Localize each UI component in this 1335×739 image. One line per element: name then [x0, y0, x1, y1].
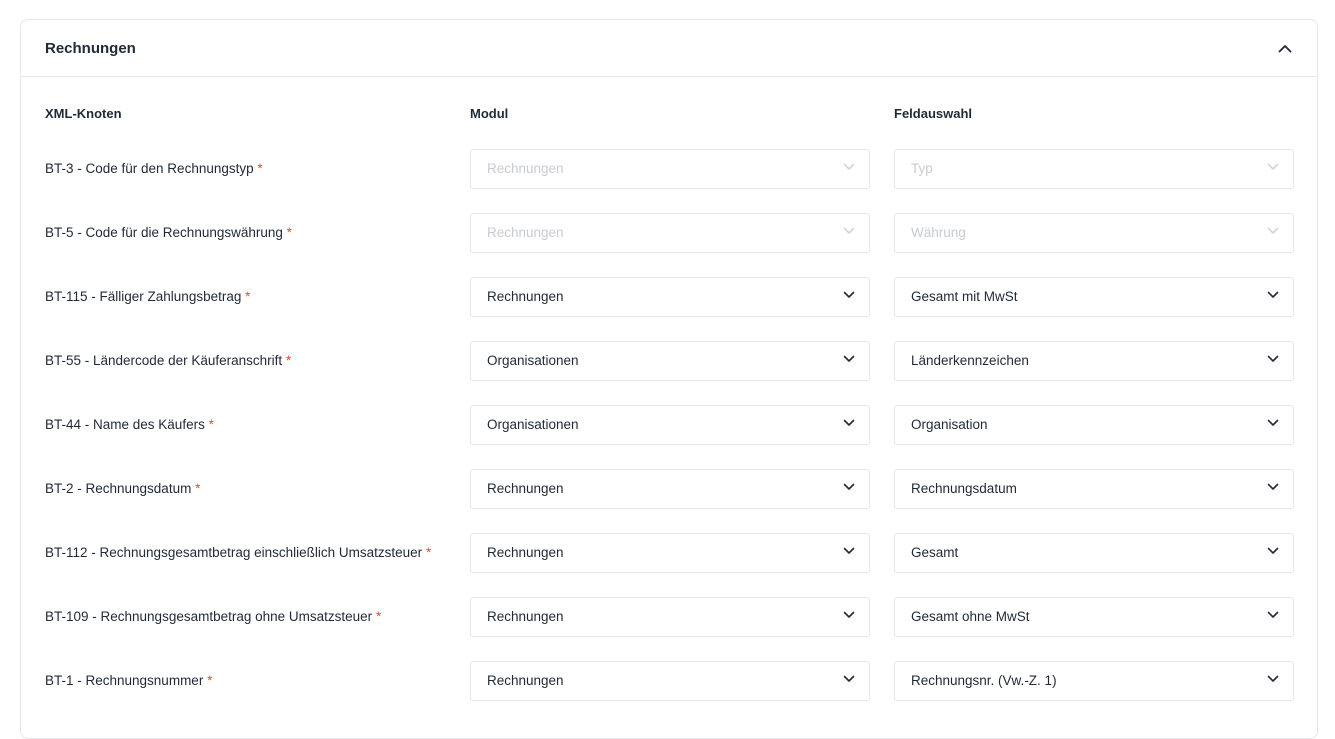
chevron-down-icon[interactable] [843, 419, 855, 431]
xml-node-text: BT-115 - Fälliger Zahlungsbetrag [45, 289, 242, 304]
required-marker: * [195, 481, 201, 496]
feld-select-value: Gesamt [911, 545, 959, 560]
mapping-row: BT-1 - Rechnungsnummer * Rechnungen Rechnu… [21, 661, 1317, 701]
feld-select[interactable]: Organisation [894, 405, 1294, 445]
modul-select-value: Rechnungen [487, 481, 564, 496]
xml-node-text: BT-55 - Ländercode der Käuferanschrift [45, 353, 283, 368]
required-marker: * [425, 545, 432, 560]
mapping-row: BT-112 - Rechnungsgesamtbetrag einschlie… [21, 533, 1317, 573]
mapping-row: BT-109 - Rechnungsgesamtbetrag ohne Umsa… [21, 597, 1317, 637]
section-title: Rechnungen [45, 39, 136, 57]
feld-select[interactable]: Gesamt mit MwSt [894, 277, 1294, 317]
modul-select-value: Rechnungen [487, 289, 564, 304]
mapping-row: BT-55 - Ländercode der Käuferanschrift *… [21, 341, 1317, 381]
modul-select[interactable]: Rechnungen [470, 597, 870, 637]
mapping-row: BT-5 - Code für die Rechnungswährung * Re… [21, 213, 1317, 253]
chevron-down-icon[interactable] [1267, 547, 1279, 559]
feld-select-value: Länderkennzeichen [911, 353, 1029, 368]
chevron-down-icon[interactable] [1267, 291, 1279, 303]
xml-node-label: BT-2 - Rechnungsdatum * [45, 469, 200, 509]
modul-select-value: Organisationen [487, 353, 579, 368]
chevron-down-icon[interactable] [843, 675, 855, 687]
xml-node-label: BT-112 - Rechnungsgesamtbetrag einschlie… [45, 533, 431, 573]
xml-node-text: BT-2 - Rechnungsdatum [45, 481, 192, 496]
feld-select[interactable]: Gesamt ohne MwSt [894, 597, 1294, 637]
modul-select-value: Rechnungen [487, 609, 564, 624]
modul-select[interactable]: Rechnungen [470, 469, 870, 509]
xml-node-label: BT-1 - Rechnungsnummer * [45, 661, 212, 701]
feld-select-value: Gesamt ohne MwSt [911, 609, 1030, 624]
mapping-row: BT-115 - Fälliger Zahlungsbetrag * Rechnu… [21, 277, 1317, 317]
feld-select-value: Gesamt mit MwSt [911, 289, 1018, 304]
mapping-row: BT-3 - Code für den Rechnungstyp * Rechnu… [21, 149, 1317, 189]
xml-node-text: BT-44 - Name des Käufers [45, 417, 205, 432]
chevron-down-icon[interactable] [843, 611, 855, 623]
chevron-down-icon [1267, 163, 1279, 175]
feld-select-value: Organisation [911, 417, 988, 432]
chevron-down-icon[interactable] [1267, 483, 1279, 495]
modul-select[interactable]: Rechnungen [470, 661, 870, 701]
chevron-down-icon[interactable] [843, 483, 855, 495]
feld-select[interactable]: Rechnungsnr. (Vw.-Z. 1) [894, 661, 1294, 701]
section-header[interactable]: Rechnungen [21, 20, 1317, 77]
feld-select-value: Typ [911, 161, 933, 176]
xml-node-text: BT-109 - Rechnungsgesamtbetrag ohne Umsa… [45, 609, 373, 624]
modul-select-value: Rechnungen [487, 673, 564, 688]
modul-select-value: Rechnungen [487, 225, 564, 240]
xml-node-text: BT-112 - Rechnungsgesamtbetrag einschlie… [45, 545, 423, 560]
modul-select[interactable]: Organisationen [470, 341, 870, 381]
xml-node-text: BT-3 - Code für den Rechnungstyp [45, 161, 254, 176]
feld-select[interactable]: Rechnungsdatum [894, 469, 1294, 509]
required-marker: * [207, 673, 213, 688]
rechnungen-section: Rechnungen XML-Knoten Modul Feldauswahl … [20, 19, 1318, 739]
required-marker: * [257, 161, 263, 176]
chevron-down-icon[interactable] [843, 355, 855, 367]
feld-select[interactable]: Gesamt [894, 533, 1294, 573]
chevron-down-icon[interactable] [843, 291, 855, 303]
xml-node-label: BT-44 - Name des Käufers * [45, 405, 214, 445]
modul-select[interactable]: Organisationen [470, 405, 870, 445]
feld-select-value: Rechnungsdatum [911, 481, 1017, 496]
chevron-down-icon[interactable] [843, 547, 855, 559]
chevron-down-icon [843, 227, 855, 239]
modul-select: Rechnungen [470, 149, 870, 189]
xml-node-label: BT-109 - Rechnungsgesamtbetrag ohne Umsa… [45, 597, 381, 637]
feld-select: Typ [894, 149, 1294, 189]
chevron-down-icon[interactable] [1267, 419, 1279, 431]
xml-node-label: BT-3 - Code für den Rechnungstyp * [45, 149, 263, 189]
feld-select-value: Währung [911, 225, 966, 240]
required-marker: * [375, 609, 382, 624]
chevron-down-icon[interactable] [1267, 355, 1279, 367]
mapping-row: BT-2 - Rechnungsdatum * Rechnungen Rechnun… [21, 469, 1317, 509]
feld-select[interactable]: Länderkennzeichen [894, 341, 1294, 381]
required-marker: * [245, 289, 251, 304]
chevron-down-icon [1267, 227, 1279, 239]
column-header-modul: Modul [470, 106, 509, 121]
required-marker: * [208, 417, 214, 432]
modul-select[interactable]: Rechnungen [470, 533, 870, 573]
modul-select: Rechnungen [470, 213, 870, 253]
chevron-down-icon[interactable] [1267, 675, 1279, 687]
required-marker: * [286, 225, 292, 240]
required-marker: * [285, 353, 292, 368]
modul-select-value: Rechnungen [487, 545, 564, 560]
mapping-row: BT-44 - Name des Käufers * Organisationen… [21, 405, 1317, 445]
modul-select[interactable]: Rechnungen [470, 277, 870, 317]
xml-node-text: BT-5 - Code für die Rechnungswährung [45, 225, 283, 240]
feld-select: Währung [894, 213, 1294, 253]
xml-node-text: BT-1 - Rechnungsnummer [45, 673, 204, 688]
column-header-xml: XML-Knoten [45, 106, 122, 121]
column-header-feld: Feldauswahl [894, 106, 973, 121]
xml-node-label: BT-115 - Fälliger Zahlungsbetrag * [45, 277, 250, 317]
chevron-down-icon [843, 163, 855, 175]
modul-select-value: Rechnungen [487, 161, 564, 176]
modul-select-value: Organisationen [487, 417, 579, 432]
chevron-down-icon[interactable] [1267, 611, 1279, 623]
xml-node-label: BT-55 - Ländercode der Käuferanschrift * [45, 341, 291, 381]
chevron-up-icon[interactable] [1277, 40, 1293, 56]
xml-node-label: BT-5 - Code für die Rechnungswährung * [45, 213, 292, 253]
feld-select-value: Rechnungsnr. (Vw.-Z. 1) [911, 673, 1057, 688]
